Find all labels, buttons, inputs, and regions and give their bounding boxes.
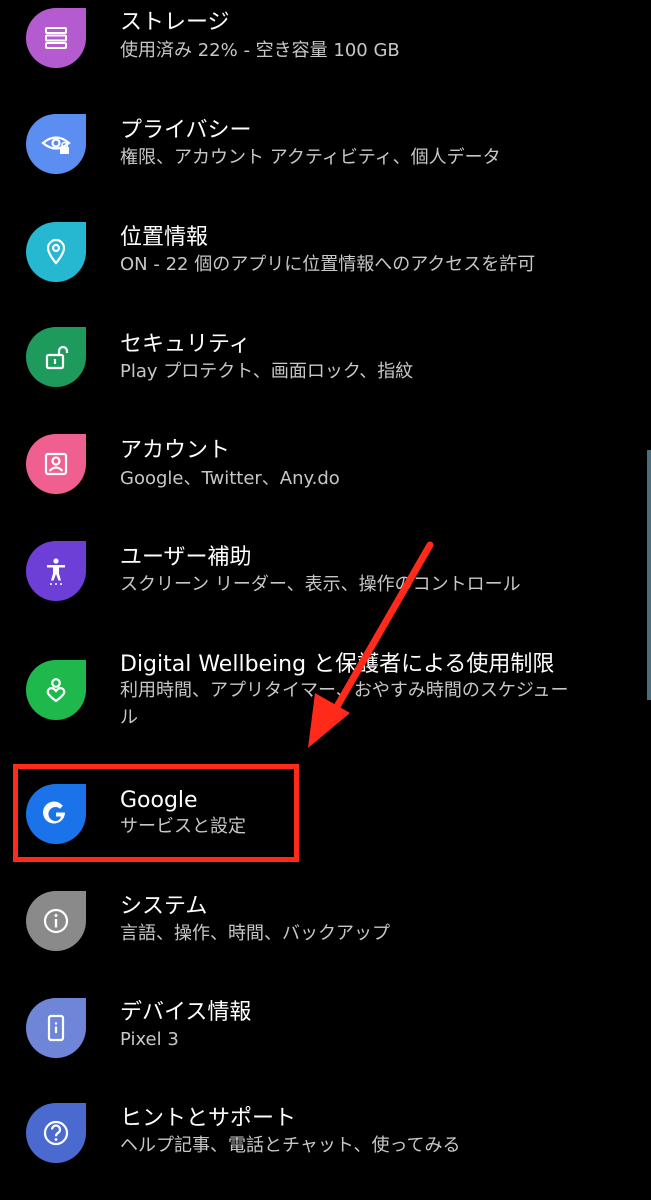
item-subtitle: スクリーン リーダー、表示、操作のコントロール (120, 574, 521, 595)
item-title: デバイス情報 (120, 1000, 252, 1025)
item-title: Digital Wellbeing と保護者による使用制限 (120, 652, 555, 677)
item-title: アカウント (120, 438, 231, 463)
item-title: システム (120, 894, 208, 919)
privacy-eye-lock-icon (26, 114, 86, 174)
item-subtitle: 言語、操作、時間、バックアップ (120, 923, 390, 944)
phone-info-icon (26, 998, 86, 1058)
location-pin-icon (26, 222, 86, 282)
scrollbar[interactable] (647, 450, 651, 700)
item-subtitle: Play プロテクト、画面ロック、指紋 (120, 361, 414, 382)
item-subtitle: ヘルプ記事、電話とチャット、使ってみる (120, 1135, 461, 1156)
item-subtitle: ON - 22 個のアプリに位置情報へのアクセスを許可 (120, 254, 536, 275)
help-icon (26, 1103, 86, 1163)
highlight-box (13, 764, 299, 862)
item-title: プライバシー (120, 118, 252, 143)
item-subtitle-continued: ル (120, 707, 138, 728)
info-icon (26, 891, 86, 951)
item-subtitle: Google、Twitter、Any.do (120, 468, 340, 489)
accessibility-icon (26, 541, 86, 601)
item-subtitle: Pixel 3 (120, 1029, 179, 1050)
item-title: ヒントとサポート (120, 1106, 297, 1131)
item-title: 位置情報 (120, 225, 209, 250)
item-title: セキュリティ (120, 332, 251, 357)
wellbeing-icon (26, 660, 86, 720)
settings-item-storage[interactable]: ストレージ 使用済み 22% - 空き容量 100 GB (0, 0, 651, 86)
account-icon (26, 434, 86, 494)
storage-icon (26, 8, 86, 68)
item-subtitle: 使用済み 22% - 空き容量 100 GB (120, 40, 400, 61)
item-subtitle: 利用時間、アプリタイマー、おやすみ時間のスケジュー (120, 680, 569, 701)
item-title: ユーザー補助 (120, 545, 252, 570)
item-title: ストレージ (120, 10, 230, 35)
item-subtitle: 権限、アカウント アクティビティ、個人データ (120, 147, 501, 168)
unlock-icon (26, 327, 86, 387)
settings-item-device-info[interactable] (0, 985, 651, 1085)
